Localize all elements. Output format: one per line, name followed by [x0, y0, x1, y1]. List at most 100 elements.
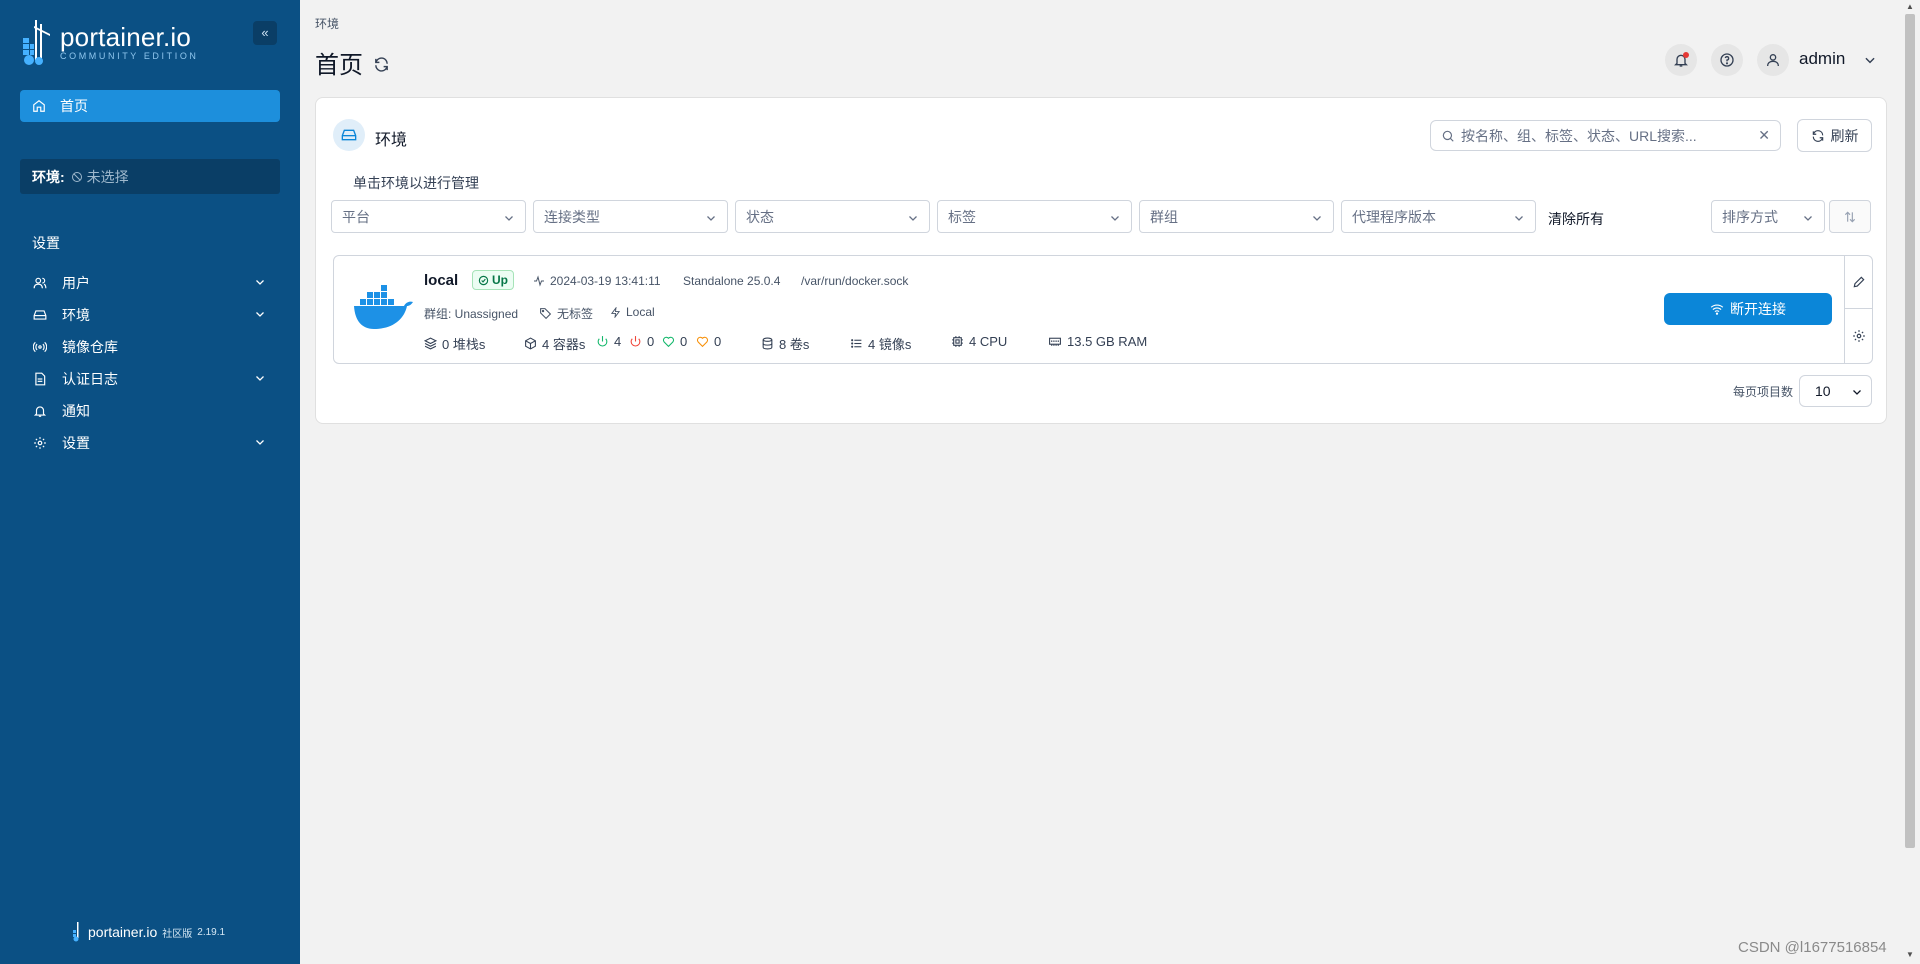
search-box[interactable]: ✕ [1430, 120, 1781, 151]
heart-healthy-icon [662, 336, 675, 348]
page-title: 首页 [315, 52, 363, 79]
sidebar-item-label: 通知 [62, 403, 90, 419]
pencil-icon [1853, 276, 1865, 288]
card-actions [1844, 256, 1873, 363]
layers-icon [424, 337, 437, 350]
help-button[interactable] [1711, 44, 1743, 76]
filter-label: 群组 [1150, 208, 1178, 225]
filter-tags[interactable]: 标签 [937, 200, 1132, 233]
notification-dot [1683, 52, 1689, 58]
environment-settings-button[interactable] [1845, 309, 1873, 362]
settings-section-title: 设置 [32, 235, 60, 251]
check-circle-icon [478, 275, 489, 285]
file-text-icon [35, 372, 46, 386]
memory-icon [1049, 337, 1061, 346]
breadcrumb[interactable]: 环境 [315, 15, 339, 32]
sidebar-item-users[interactable]: 用户 [32, 271, 272, 295]
status-badge: Up [472, 270, 514, 290]
sidebar-item-label: 首页 [60, 98, 88, 114]
chevron-down-icon [256, 440, 264, 445]
search-input[interactable] [1461, 127, 1751, 144]
items-per-page-value: 10 [1815, 383, 1831, 399]
sidebar-item-auth-logs[interactable]: 认证日志 [32, 367, 272, 391]
portainer-logo-icon [23, 20, 50, 65]
portainer-logo-icon [73, 922, 79, 942]
clear-all-button[interactable]: 清除所有 [1548, 209, 1604, 229]
filter-label: 状态 [746, 208, 774, 225]
chevron-down-icon [1111, 216, 1119, 221]
timestamp: 2024-03-19 13:41:11 [550, 274, 661, 288]
user-icon [1767, 54, 1779, 67]
sidebar-item-label: 用户 [62, 275, 90, 291]
chevron-down-icon [1313, 216, 1321, 221]
filter-groups[interactable]: 群组 [1139, 200, 1334, 233]
sidebar-item-settings[interactable]: 设置 [32, 431, 272, 455]
panel-icon [333, 119, 365, 151]
sort-direction-button[interactable] [1829, 200, 1871, 233]
containers-text: 4 容器s [542, 337, 586, 352]
help-circle-icon [1720, 53, 1734, 67]
hard-drive-icon [341, 129, 357, 141]
user-avatar[interactable] [1757, 44, 1789, 76]
disconnect-label: 断开连接 [1730, 301, 1786, 317]
cpu-text: 4 CPU [969, 334, 1008, 349]
refresh-label: 刷新 [1830, 127, 1859, 144]
filter-status[interactable]: 状态 [735, 200, 930, 233]
footer-brand-name: portainer.io [88, 924, 158, 940]
sidebar: portainer.io COMMUNITY EDITION « 首页 环境: … [0, 0, 300, 964]
chevron-down-icon [707, 216, 715, 221]
radio-icon [33, 341, 47, 353]
filter-agent-version[interactable]: 代理程序版本 [1341, 200, 1536, 233]
portainer-logo[interactable]: portainer.io COMMUNITY EDITION [20, 18, 199, 66]
chevron-down-icon [1804, 216, 1812, 221]
environment-name[interactable]: local [424, 272, 458, 289]
unhealthy-count: 0 [696, 334, 721, 349]
refresh-button[interactable]: 刷新 [1797, 119, 1872, 152]
chevron-down-icon [909, 216, 917, 221]
cpu-count: 4 CPU [951, 334, 1007, 349]
last-check: 2024-03-19 13:41:11 [533, 274, 661, 288]
environment-value: 未选择 [86, 168, 129, 185]
notifications-button[interactable] [1665, 44, 1697, 76]
heart-unhealthy-icon [696, 336, 709, 348]
watermark: CSDN @l1677516854 [1738, 939, 1887, 956]
items-per-page-select[interactable]: 10 [1799, 375, 1872, 407]
chevron-down-icon[interactable] [1863, 53, 1877, 67]
collapse-sidebar-button[interactable]: « [253, 21, 277, 45]
filter-platform[interactable]: 平台 [331, 200, 526, 233]
user-name[interactable]: admin [1799, 49, 1845, 69]
filter-label: 平台 [342, 208, 370, 225]
filter-connection-type[interactable]: 连接类型 [533, 200, 728, 233]
sidebar-item-environments[interactable]: 环境 [32, 303, 272, 327]
scroll-up-arrow[interactable]: ▲ [1906, 2, 1914, 11]
sort-by-select[interactable]: 排序方式 [1711, 200, 1825, 233]
sidebar-item-home[interactable]: 首页 [20, 90, 280, 122]
type-text: Local [626, 305, 655, 319]
refresh-icon [1812, 129, 1823, 142]
items-per-page-label: 每页项目数 [1733, 385, 1794, 399]
database-icon [762, 337, 773, 350]
status-text: Up [492, 273, 508, 287]
scrollbar-thumb[interactable] [1905, 14, 1915, 848]
home-icon [33, 100, 45, 112]
power-stopped-icon [630, 336, 641, 347]
refresh-icon[interactable] [373, 56, 390, 73]
edit-environment-button[interactable] [1845, 256, 1873, 309]
unhealthy-text: 0 [714, 334, 722, 349]
page-title-wrap: 首页 [315, 45, 390, 80]
healthy-text: 0 [680, 334, 688, 349]
environment-selector: 环境: 未选择 [20, 159, 280, 194]
tag-icon [540, 308, 552, 320]
chevron-down-icon [256, 312, 264, 317]
sidebar-item-notifications[interactable]: 通知 [32, 399, 272, 423]
sidebar-item-registries[interactable]: 镜像仓库 [32, 335, 272, 359]
engine-version: Standalone 25.0.4 [683, 274, 781, 288]
environment-card[interactable]: local Up 2024-03-19 13:41:11 Standalone … [333, 255, 1873, 364]
volumes-count: 8 卷s [761, 334, 809, 353]
socket-path: /var/run/docker.sock [801, 274, 909, 288]
images-text: 4 镜像s [868, 337, 912, 352]
box-icon [525, 337, 536, 350]
scroll-down-arrow[interactable]: ▼ [1906, 950, 1914, 959]
disconnect-button[interactable]: 断开连接 [1664, 293, 1832, 325]
clear-search-icon[interactable]: ✕ [1758, 127, 1770, 144]
